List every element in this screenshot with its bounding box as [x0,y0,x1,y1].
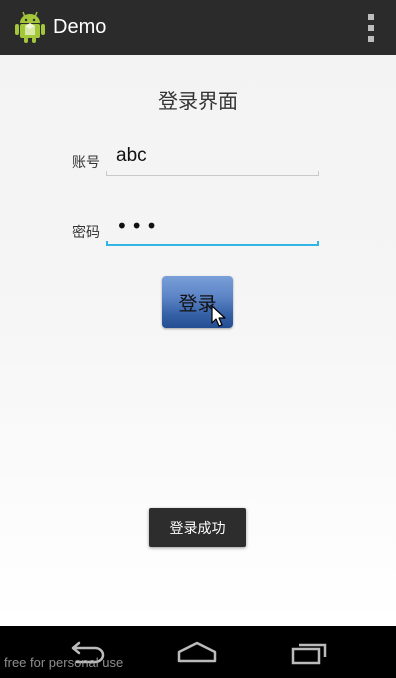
action-bar: Demo [0,0,396,55]
login-screen: 登录界面 账号 abc 密码 ••• 登录 登录成功 [0,55,396,626]
recent-apps-icon[interactable] [289,640,329,666]
overflow-menu-icon[interactable] [366,14,376,42]
account-label: 账号 [72,155,100,171]
account-value: abc [116,145,147,166]
account-input[interactable]: abc [106,140,319,176]
home-icon[interactable] [176,640,218,664]
watermark-text: free for personal use [4,655,124,670]
android-robot-icon[interactable] [14,10,46,44]
app-title: Demo [53,16,107,38]
password-label: 密码 [72,225,100,241]
account-underline [106,171,319,176]
page-title: 登录界面 [158,89,238,113]
password-underline [106,241,319,246]
password-value: ••• [116,214,161,238]
toast-message: 登录成功 [149,508,246,547]
password-input[interactable]: ••• [106,210,319,246]
mouse-cursor-icon [211,305,227,329]
navigation-bar [0,626,396,678]
